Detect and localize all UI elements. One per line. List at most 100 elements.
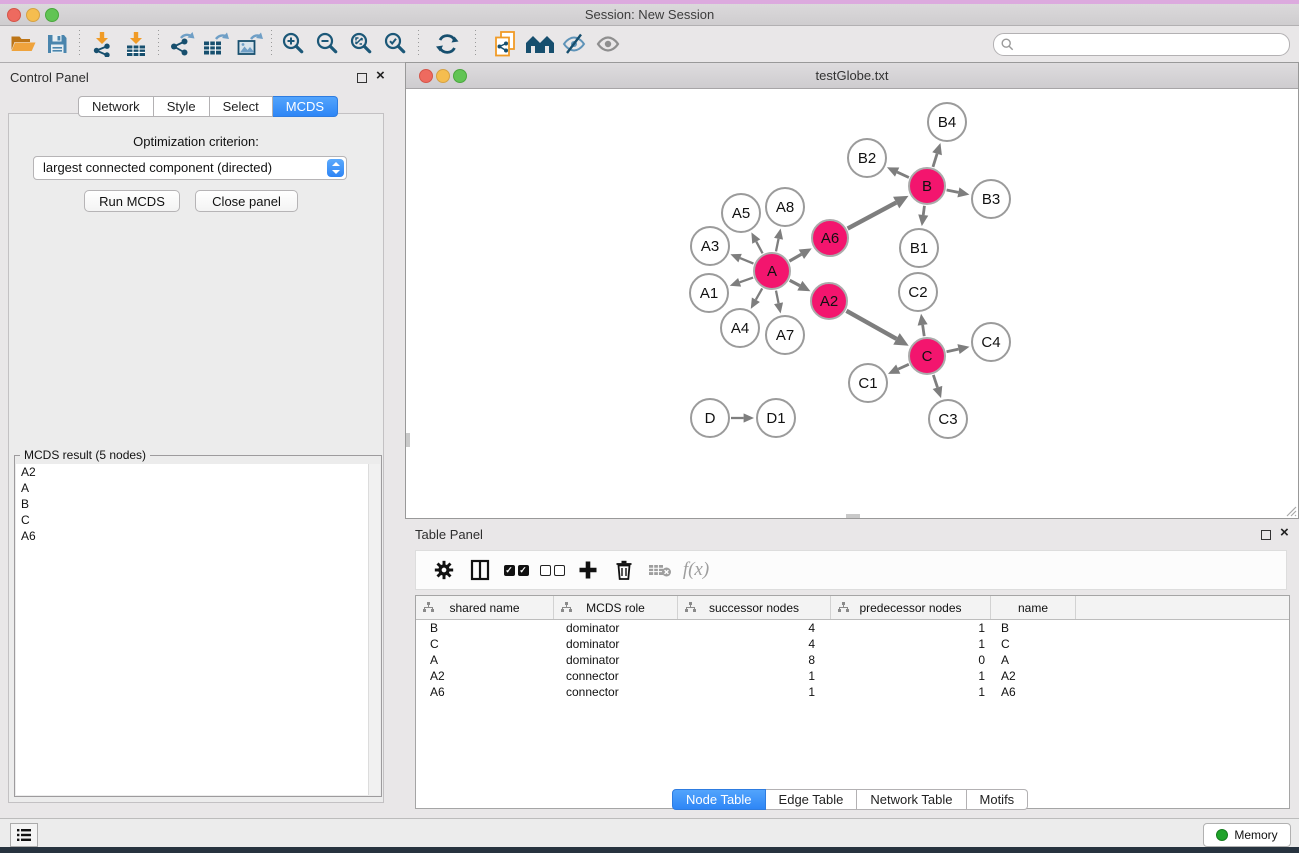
table-cell[interactable]: 1 xyxy=(831,668,991,684)
network-edge[interactable] xyxy=(776,291,779,304)
network-node-A3[interactable]: A3 xyxy=(690,226,730,266)
add-column-button[interactable] xyxy=(570,554,606,586)
table-cell[interactable]: C xyxy=(991,636,1076,652)
zoom-fit-button[interactable] xyxy=(345,29,379,59)
network-edge[interactable] xyxy=(776,239,779,252)
network-node-B1[interactable]: B1 xyxy=(899,228,939,268)
mcds-result-item[interactable]: A2 xyxy=(16,464,369,480)
network-node-C[interactable]: C xyxy=(908,337,946,375)
tab-mcds[interactable]: MCDS xyxy=(273,96,338,117)
table-cell[interactable]: A xyxy=(991,652,1076,668)
open-session-button[interactable] xyxy=(6,29,40,59)
network-node-C1[interactable]: C1 xyxy=(848,363,888,403)
network-node-A8[interactable]: A8 xyxy=(765,187,805,227)
table-settings-gear-button[interactable] xyxy=(426,554,462,586)
tab-node-table[interactable]: Node Table xyxy=(672,789,766,810)
table-cell[interactable]: A6 xyxy=(991,684,1076,700)
network-node-B2[interactable]: B2 xyxy=(847,138,887,178)
table-cell[interactable]: 1 xyxy=(678,684,831,700)
mcds-result-item[interactable]: C xyxy=(16,512,369,528)
network-node-D[interactable]: D xyxy=(690,398,730,438)
import-network-from-file-button[interactable] xyxy=(85,29,119,59)
table-cell[interactable]: B xyxy=(991,620,1076,636)
network-node-C3[interactable]: C3 xyxy=(928,399,968,439)
tab-select[interactable]: Select xyxy=(210,96,273,117)
resize-grip-icon[interactable] xyxy=(1283,503,1297,517)
column-header-predecessor-nodes[interactable]: predecessor nodes xyxy=(831,596,991,619)
split-pane-divider[interactable] xyxy=(846,514,860,518)
table-row[interactable]: Bdominator41B xyxy=(416,620,1289,636)
network-node-A7[interactable]: A7 xyxy=(765,315,805,355)
show-graphics-details-button[interactable] xyxy=(591,29,625,59)
show-all-panels-button[interactable] xyxy=(523,29,557,59)
network-edge[interactable] xyxy=(848,203,897,229)
network-edge[interactable] xyxy=(947,349,959,352)
table-cell[interactable]: 4 xyxy=(678,636,831,652)
network-edge[interactable] xyxy=(898,364,909,369)
export-network-button[interactable] xyxy=(164,29,198,59)
mcds-result-item[interactable]: A6 xyxy=(16,528,369,544)
zoom-out-button[interactable] xyxy=(311,29,345,59)
float-panel-icon[interactable] xyxy=(1261,530,1271,540)
table-cell[interactable]: A6 xyxy=(416,684,554,700)
network-node-A5[interactable]: A5 xyxy=(721,193,761,233)
tab-style[interactable]: Style xyxy=(154,96,210,117)
network-edge[interactable] xyxy=(947,190,959,192)
network-node-B3[interactable]: B3 xyxy=(971,179,1011,219)
table-cell[interactable]: 0 xyxy=(831,652,991,668)
network-node-A1[interactable]: A1 xyxy=(689,273,729,313)
table-cell[interactable]: A2 xyxy=(991,668,1076,684)
hide-graphics-details-button[interactable] xyxy=(557,29,591,59)
column-header-MCDS-role[interactable]: MCDS role xyxy=(554,596,678,619)
delete-columns-button[interactable] xyxy=(606,554,642,586)
function-builder-button[interactable]: f(x) xyxy=(678,554,714,586)
table-cell[interactable]: 1 xyxy=(678,668,831,684)
unselect-all-rows-button[interactable] xyxy=(534,554,570,586)
network-node-A2[interactable]: A2 xyxy=(810,282,848,320)
network-node-A[interactable]: A xyxy=(753,252,791,290)
network-node-A6[interactable]: A6 xyxy=(811,219,849,257)
network-edge[interactable] xyxy=(923,206,924,215)
import-table-from-file-button[interactable] xyxy=(119,29,153,59)
network-node-B4[interactable]: B4 xyxy=(927,102,967,142)
table-cell[interactable]: 8 xyxy=(678,652,831,668)
network-edge[interactable] xyxy=(756,288,762,299)
network-edge[interactable] xyxy=(846,311,896,339)
network-node-A4[interactable]: A4 xyxy=(720,308,760,348)
zoom-selected-button[interactable] xyxy=(379,29,413,59)
tab-motifs[interactable]: Motifs xyxy=(967,789,1029,810)
mcds-result-item[interactable]: B xyxy=(16,496,369,512)
table-row[interactable]: Adominator80A xyxy=(416,652,1289,668)
table-row[interactable]: A6connector11A6 xyxy=(416,684,1289,700)
split-pane-divider[interactable] xyxy=(406,433,410,447)
table-cell[interactable]: dominator xyxy=(554,620,678,636)
search-input[interactable] xyxy=(1020,35,1279,54)
network-node-C2[interactable]: C2 xyxy=(898,272,938,312)
table-cell[interactable]: dominator xyxy=(554,652,678,668)
network-edge[interactable] xyxy=(933,375,937,387)
run-mcds-button[interactable]: Run MCDS xyxy=(84,190,180,212)
network-edge[interactable] xyxy=(756,242,762,254)
network-edge[interactable] xyxy=(740,278,754,283)
network-window-titlebar[interactable]: testGlobe.txt xyxy=(406,63,1298,89)
show-log-console-button[interactable] xyxy=(10,823,38,847)
float-panel-icon[interactable] xyxy=(357,73,367,83)
table-row[interactable]: Cdominator41C xyxy=(416,636,1289,652)
close-panel-icon[interactable]: × xyxy=(376,67,385,85)
network-node-C4[interactable]: C4 xyxy=(971,322,1011,362)
table-row[interactable]: A2connector11A2 xyxy=(416,668,1289,684)
table-cell[interactable]: 1 xyxy=(831,636,991,652)
column-header-shared-name[interactable]: shared name xyxy=(416,596,554,619)
network-edge[interactable] xyxy=(789,254,801,261)
tab-network-table[interactable]: Network Table xyxy=(857,789,966,810)
network-node-D1[interactable]: D1 xyxy=(756,398,796,438)
network-edge[interactable] xyxy=(740,258,753,263)
tab-edge-table[interactable]: Edge Table xyxy=(766,789,858,810)
table-cell[interactable]: dominator xyxy=(554,636,678,652)
table-cell[interactable]: 4 xyxy=(678,620,831,636)
optimization-criterion-select[interactable]: largest connected component (directed) xyxy=(33,156,347,180)
table-cell[interactable]: 1 xyxy=(831,684,991,700)
new-network-from-selection-button[interactable] xyxy=(489,29,523,59)
zoom-in-button[interactable] xyxy=(277,29,311,59)
network-canvas[interactable]: B4B2BB3A8A5A6A3B1AC2A1A2A4A7C4CC1C3DD1 xyxy=(406,89,1298,518)
